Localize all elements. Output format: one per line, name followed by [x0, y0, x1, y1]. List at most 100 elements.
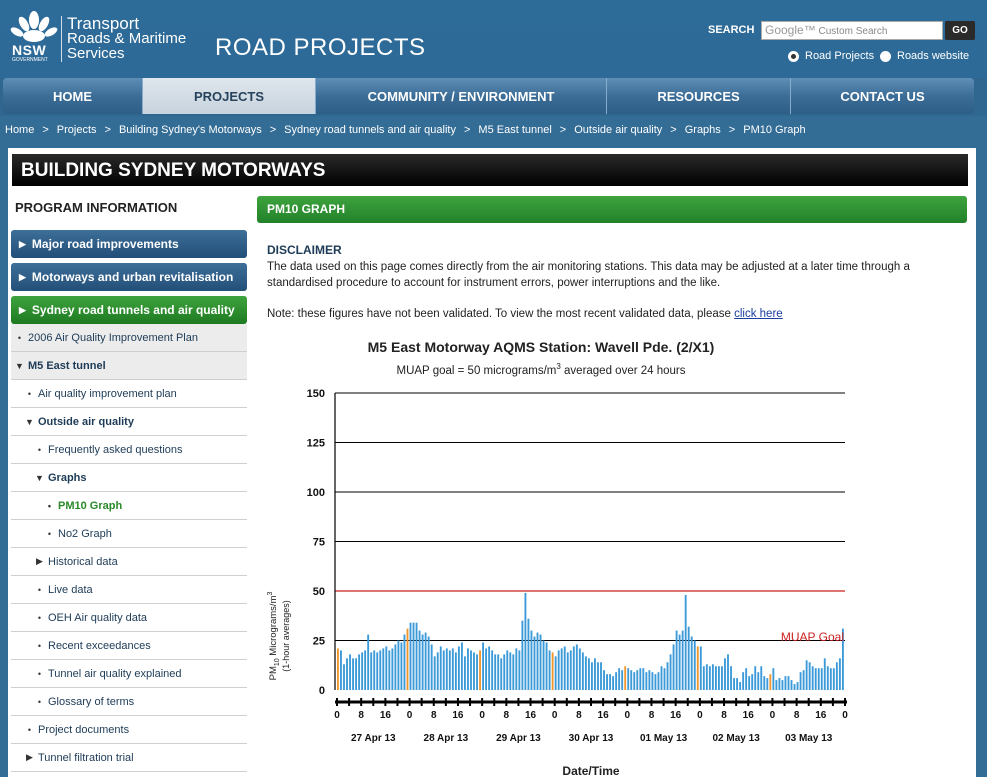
chart-bar	[705, 664, 708, 690]
sidebar-item-label: PM10 Graph	[58, 499, 123, 512]
sidebar-item-tunnel-filtration-trial[interactable]: ▶ Tunnel filtration trial	[11, 744, 247, 772]
arrow-right-icon: ▶	[19, 304, 26, 315]
chart-bar	[388, 650, 391, 690]
x-hour-label: 16	[380, 710, 392, 721]
nav-contact-us[interactable]: CONTACT US	[791, 78, 974, 114]
chart-bar	[742, 672, 745, 690]
sidebar-motorways-urban-revitalisation[interactable]: ▶ Motorways and urban revitalisation	[11, 263, 247, 291]
chart-bar	[373, 650, 376, 690]
breadcrumb-separator-icon: >	[42, 124, 49, 136]
chart-bar	[503, 654, 506, 690]
chart-bar	[832, 668, 835, 690]
chart-bar	[781, 680, 784, 690]
chart-bar	[445, 648, 448, 690]
sidebar-item-label: Glossary of terms	[48, 695, 135, 708]
sidebar-item-project-documents[interactable]: • Project documents	[11, 716, 247, 744]
sidebar-item-outside-air-quality[interactable]: ▼ Outside air quality	[11, 408, 247, 436]
nav-resources[interactable]: RESOURCES	[607, 78, 791, 114]
chart-bar	[533, 636, 536, 690]
arrow-right-icon: ▶	[19, 238, 26, 249]
chart-bar	[790, 680, 793, 690]
radio-roads-website[interactable]: Roads website	[880, 50, 969, 62]
radio-unselected-icon[interactable]	[880, 50, 891, 62]
chart-bar	[385, 646, 388, 690]
logo-agency-name[interactable]: Transport Roads & Maritime Services	[67, 15, 187, 61]
chart-bar	[394, 644, 397, 690]
breadcrumb-graphs[interactable]: Graphs	[685, 124, 721, 136]
sidebar-item-tunnel-air-quality-explained[interactable]: • Tunnel air quality explained	[11, 660, 247, 688]
breadcrumb-home[interactable]: Home	[5, 124, 34, 136]
chart-bar	[757, 672, 760, 690]
logo-line-2: Roads & Maritime	[67, 30, 187, 47]
chart-bar	[548, 650, 551, 690]
x-hour-label: 16	[525, 710, 537, 721]
chart-bar	[654, 674, 657, 690]
chart-bar	[826, 666, 829, 690]
sidebar-item-label: OEH Air quality data	[48, 611, 148, 624]
sidebar-item-frequently-asked-questions[interactable]: • Frequently asked questions	[11, 436, 247, 464]
radio-selected-icon[interactable]	[788, 50, 799, 62]
sidebar-item-air-quality-improvement-plan[interactable]: • Air quality improvement plan	[11, 380, 247, 408]
content-area: PM10 GRAPH DISCLAIMER The data used on t…	[257, 196, 967, 775]
chart-bar	[430, 644, 433, 690]
chart-bar	[672, 644, 675, 690]
search-input[interactable]: Google™ Custom Search	[761, 21, 943, 40]
chart-bar	[367, 634, 370, 690]
y-axis-label-line2: (1-hour averages)	[281, 600, 291, 672]
chart-bar	[739, 682, 742, 690]
x-date-label: 03 May 13	[785, 733, 833, 744]
chart-bar	[793, 684, 796, 690]
search-go-button[interactable]: GO	[945, 21, 975, 40]
sidebar-item-graphs[interactable]: ▼ Graphs	[11, 464, 247, 492]
chart-bar	[563, 646, 566, 690]
chart-bar	[391, 648, 394, 690]
sidebar-item-m5-east-tunnel[interactable]: ▼ M5 East tunnel	[11, 352, 247, 380]
breadcrumb-projects[interactable]: Projects	[57, 124, 97, 136]
sidebar-item-historical-data[interactable]: ▶ Historical data	[11, 548, 247, 576]
breadcrumb-road-tunnels[interactable]: Sydney road tunnels and air quality	[284, 124, 456, 136]
chart-bar	[838, 658, 841, 690]
click-here-link[interactable]: click here	[734, 308, 783, 320]
x-hour-label: 0	[770, 710, 776, 721]
sidebar-item-no2-graph[interactable]: • No2 Graph	[11, 520, 247, 548]
nav-community-environment[interactable]: COMMUNITY / ENVIRONMENT	[316, 78, 607, 114]
bullet-icon: •	[37, 584, 42, 595]
chart-bar	[421, 634, 424, 690]
sidebar-road-tunnels-air-quality[interactable]: ▶ Sydney road tunnels and air quality	[11, 296, 247, 324]
breadcrumb-outside-air-quality[interactable]: Outside air quality	[574, 124, 662, 136]
sidebar-item-recent-exceedances[interactable]: • Recent exceedances	[11, 632, 247, 660]
breadcrumb: Home > Projects > Building Sydney's Motorw…	[5, 124, 806, 136]
logo-nsw-text: NSW	[12, 42, 47, 58]
bullet-icon: •	[37, 696, 42, 707]
chart-bars	[337, 592, 844, 690]
sidebar-item-glossary-of-terms[interactable]: • Glossary of terms	[11, 688, 247, 716]
chart-bar	[343, 664, 345, 690]
x-axis-label: Date/Time	[562, 764, 619, 775]
x-hour-label: 0	[697, 710, 703, 721]
chart-bar	[349, 654, 351, 690]
site-title[interactable]: ROAD PROJECTS	[215, 34, 426, 62]
breadcrumb-building-sydney-motorways[interactable]: Building Sydney's Motorways	[119, 124, 262, 136]
sidebar-item-pm10-graph[interactable]: • PM10 Graph	[11, 492, 247, 520]
sidebar-major-road-improvements[interactable]: ▶ Major road improvements	[11, 230, 247, 258]
chart-bar	[696, 646, 699, 690]
chart-bar	[572, 646, 575, 690]
chart-bar	[636, 670, 639, 690]
triangle-down-icon: ▼	[15, 360, 24, 371]
sidebar-item-oeh-air-quality-data[interactable]: • OEH Air quality data	[11, 604, 247, 632]
chart-bar	[355, 658, 358, 690]
chart-bar	[427, 636, 430, 690]
sidebar-item-label: Graphs	[48, 471, 87, 484]
chart-bar	[509, 652, 512, 690]
sidebar-item-2006-air-quality-improvement-plan[interactable]: • 2006 Air Quality Improvement Plan	[11, 324, 247, 352]
nav-projects[interactable]: PROJECTS	[143, 78, 316, 114]
x-hour-label: 8	[721, 710, 727, 721]
x-hour-label: 16	[452, 710, 464, 721]
chart-bar	[778, 678, 781, 690]
sidebar-item-live-data[interactable]: • Live data	[11, 576, 247, 604]
nav-home[interactable]: HOME	[3, 78, 143, 114]
radio-road-projects[interactable]: Road Projects	[788, 50, 874, 62]
breadcrumb-m5-east[interactable]: M5 East tunnel	[478, 124, 551, 136]
bullet-icon: •	[27, 724, 32, 735]
y-tick-label: 50	[313, 586, 325, 598]
